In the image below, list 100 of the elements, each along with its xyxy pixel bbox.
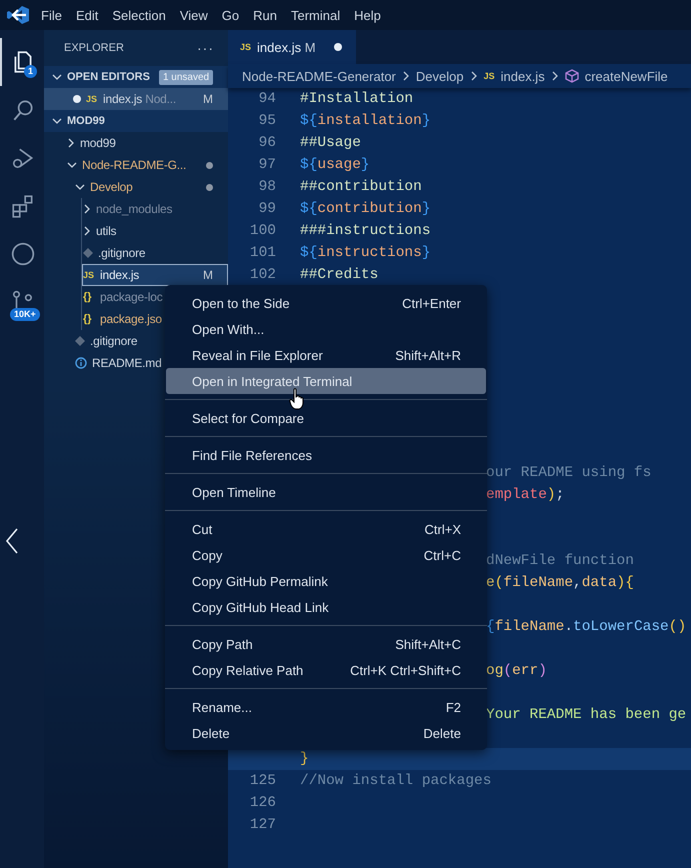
code-line: ###instructions [300,223,431,239]
line-number: 101 [248,245,277,261]
line-number: 126 [248,795,277,811]
menu-item[interactable]: Rename... F2 [166,694,486,720]
chevron-down-icon [75,183,85,191]
menu-item[interactable]: Copy Ctrl+C [166,542,486,568]
chevron-right-icon [550,71,559,81]
app-logo-icon [6,5,30,25]
line-number: 96 [258,135,277,151]
diamond-file-icon [75,336,85,346]
chevron-down-icon [52,117,62,125]
menu-item[interactable]: Open With... [166,316,486,342]
code-line: ##Credits [300,267,378,283]
code-line: #Installation [300,91,414,107]
chevron-right-icon [83,204,91,214]
shortcut-label: Ctrl+Enter [402,296,461,310]
code-line: ##Usage [300,135,361,151]
shortcut-label: F2 [446,700,461,714]
chevron-down-icon [67,161,77,169]
chevron-right-icon [402,71,410,81]
menu-item[interactable]: Copy Path Shift+Alt+C [166,631,486,657]
open-editor-item[interactable]: JS index.js Nod... M [44,88,228,110]
json-file-icon: {} [83,291,95,303]
code-line: ##contribution [300,179,422,195]
folder-entry[interactable]: Develop [44,176,228,198]
line-number: 100 [248,223,277,239]
unsaved-badge: 1 unsaved [158,70,214,84]
breadcrumb-item[interactable]: createNewFile [584,68,668,84]
menu-item[interactable]: Reveal in File Explorer Shift+Alt+R [166,342,486,368]
code-line: ${usage} [300,157,370,173]
activity-tab[interactable]: 10K+ [0,278,44,326]
shortcut-label: Ctrl+K Ctrl+Shift+C [350,662,461,678]
shortcut-label: Shift+Alt+C [395,636,461,652]
folder-entry[interactable]: mod99 [44,132,228,154]
folder-entry[interactable]: node_modules [82,198,228,220]
editor-tab[interactable]: JS index.js M [228,30,356,64]
code-line: ${installation} [300,113,431,129]
menu-item[interactable]: Copy Relative Path Ctrl+K Ctrl+Shift+C [166,657,486,683]
menu-item[interactable]: Cut Ctrl+X [166,516,486,542]
line-number: 95 [258,113,277,129]
menu-item[interactable]: File [34,8,69,22]
shortcut-label: Ctrl+C [424,548,461,562]
menu-item[interactable]: Open in Integrated Terminal [166,368,486,394]
line-number: 94 [258,91,277,107]
code-line: Your README has been ge [486,707,686,723]
chevron-right-icon [67,138,75,148]
menu-item[interactable]: Help [347,8,388,22]
folder-entry[interactable]: utils [82,220,228,242]
code-line: og(err) [486,663,547,679]
line-number: 125 [248,773,277,789]
code-line: //Now install packages [300,773,492,789]
folder-entry[interactable]: Node-README-G... [44,154,228,176]
menu-item[interactable]: Edit [68,8,106,22]
info-icon [75,357,87,369]
menu-item[interactable]: Copy GitHub Permalink [166,568,486,594]
menu-item[interactable]: Find File References [166,442,486,468]
code-line: ${contribution} [300,201,431,217]
breadcrumb-item[interactable]: Develop [416,68,464,84]
line-number: 127 [248,817,277,833]
code-line: emplate); [486,487,564,503]
code-line: {fileName.toLowerCase() [486,619,686,635]
menu-item[interactable]: Run [246,8,284,22]
code-line: our README using fs [486,465,652,481]
explorer-entry[interactable]: .gitignore [82,242,228,264]
code-line: ${instructions} [300,245,431,261]
more-actions-button[interactable]: ··· [197,40,214,56]
section-header[interactable]: MOD99 [44,110,228,132]
line-number: 97 [258,157,277,173]
menu-item[interactable]: Delete Delete [166,720,486,746]
menu-item[interactable]: View [172,8,215,22]
count-badge: 1 [24,65,38,78]
js-file-icon: JS [86,94,98,104]
menu-item[interactable]: Select for Compare [166,405,486,431]
menu-item[interactable]: Open to the Side Ctrl+Enter [166,290,486,316]
breadcrumb-item[interactable]: Node-README-Generator [242,68,396,84]
chevron-left-icon[interactable] [5,528,19,554]
chevron-right-icon [470,71,478,81]
line-number: 102 [248,267,277,283]
code-line: e(fileName,data){ [486,575,634,591]
panel-title: EXPLORER [64,42,124,54]
line-number: 99 [258,201,277,217]
chevron-right-icon [83,226,91,236]
breadcrumb-item[interactable]: index.js [500,68,545,84]
count-badge: 10K+ [10,308,40,321]
diamond-file-icon [83,248,93,258]
code-line: } [300,751,309,767]
menu-item[interactable]: Copy GitHub Head Link [166,594,486,620]
explorer-entry[interactable]: JS index.js M [82,264,228,286]
js-file-icon: JS [83,270,95,280]
js-file-icon: JS [240,42,252,52]
menu-item[interactable]: Selection [105,8,173,22]
shortcut-label: Shift+Alt+R [395,348,461,362]
line-number: 98 [258,179,277,195]
shortcut-label: Ctrl+X [424,522,461,536]
cube-icon [564,69,579,83]
js-file-icon: JS [484,71,495,81]
menu-item[interactable]: Terminal [284,8,348,22]
menu-item[interactable]: Go [214,8,246,22]
menu-item[interactable]: Open Timeline [166,479,486,505]
section-header[interactable]: OPEN EDITORS 1 unsaved [44,66,228,88]
